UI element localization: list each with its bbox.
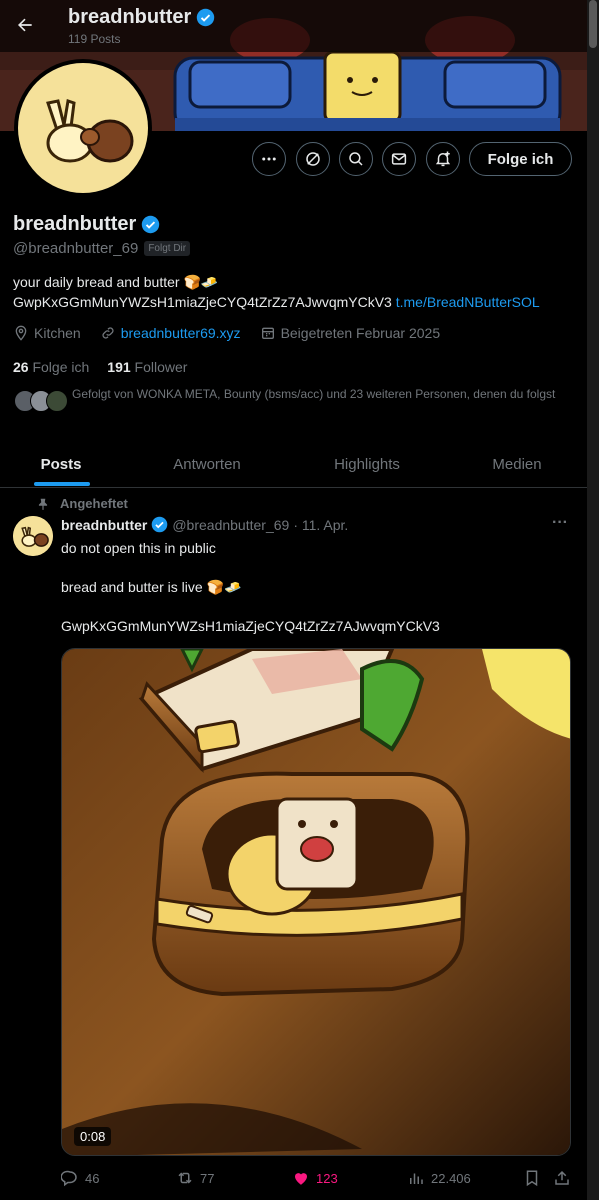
mail-icon bbox=[391, 153, 407, 165]
bookmark-icon bbox=[526, 1170, 538, 1187]
verified-badge-icon bbox=[152, 516, 168, 533]
more-options-button[interactable] bbox=[252, 142, 286, 176]
arrow-left-icon bbox=[18, 18, 32, 32]
tab-posts[interactable]: Posts bbox=[0, 444, 122, 484]
view-count: 22.406 bbox=[431, 1170, 471, 1186]
grok-slash-icon bbox=[306, 152, 320, 166]
notifications-button[interactable] bbox=[426, 142, 460, 176]
following-label: Folge ich bbox=[32, 359, 90, 375]
followed-by-text[interactable]: Gefolgt von WONKA META, Bounty (bsms/acc… bbox=[72, 387, 572, 402]
calendar-icon bbox=[261, 327, 274, 339]
scrollbar-thumb[interactable] bbox=[589, 0, 597, 48]
scrollbar-track[interactable] bbox=[587, 0, 599, 1200]
tab-media-label: Medien bbox=[492, 455, 542, 473]
post-date[interactable]: · 11. Apr. bbox=[293, 517, 348, 533]
bookmark-button[interactable] bbox=[523, 1169, 541, 1187]
tab-highlights[interactable]: Highlights bbox=[292, 444, 442, 484]
post-author-avatar[interactable] bbox=[13, 516, 53, 556]
follower-avatar bbox=[46, 390, 68, 412]
share-button[interactable] bbox=[553, 1169, 571, 1187]
more-dots-icon bbox=[262, 157, 276, 161]
tabs-divider bbox=[0, 487, 587, 488]
profile-website-link[interactable]: breadnbutter69.xyz bbox=[121, 325, 241, 341]
message-button[interactable] bbox=[382, 142, 416, 176]
video-duration: 0:08 bbox=[74, 1127, 112, 1146]
bio-telegram-link[interactable]: t.me/BreadNButterSOL bbox=[396, 294, 540, 310]
followers-count-link[interactable]: 191 Follower bbox=[107, 359, 187, 375]
tab-highlights-label: Highlights bbox=[334, 455, 400, 473]
following-button[interactable]: Folge ich bbox=[469, 142, 572, 176]
like-button[interactable]: 123 bbox=[292, 1169, 338, 1187]
followers-count: 191 bbox=[107, 359, 131, 375]
pin-icon bbox=[38, 498, 48, 510]
location-pin-icon bbox=[15, 325, 27, 341]
following-count: 26 bbox=[13, 359, 29, 375]
heart-filled-icon bbox=[295, 1173, 307, 1185]
post-text: do not open this in public bread and but… bbox=[61, 538, 440, 636]
tab-replies-label: Antworten bbox=[173, 455, 241, 473]
header-name: breadnbutter bbox=[68, 6, 192, 28]
repost-button[interactable]: 77 bbox=[176, 1169, 214, 1187]
profile-joined-date: Beigetreten Februar 2025 bbox=[280, 325, 441, 341]
search-profile-button[interactable] bbox=[339, 142, 373, 176]
tab-posts-label: Posts bbox=[40, 455, 82, 473]
active-tab-indicator bbox=[34, 482, 90, 486]
bell-plus-icon bbox=[435, 151, 451, 167]
reply-button[interactable]: 46 bbox=[61, 1169, 99, 1187]
profile-location: Kitchen bbox=[34, 325, 81, 341]
pinned-label: Angeheftet bbox=[60, 496, 128, 511]
profile-display-name: breadnbutter bbox=[13, 213, 137, 235]
verified-badge-icon bbox=[197, 8, 215, 27]
repost-icon bbox=[178, 1172, 192, 1184]
search-icon bbox=[349, 152, 363, 166]
pinned-indicator: Angeheftet bbox=[36, 496, 128, 511]
reply-bubble-icon bbox=[61, 1170, 77, 1187]
post-text-line: do not open this in public bbox=[61, 540, 216, 556]
profile-bio: your daily bread and butter 🍞🧈 GwpKxGGmM… bbox=[13, 272, 588, 312]
post-author-name[interactable]: breadnbutter bbox=[61, 517, 147, 533]
verified-badge-icon[interactable] bbox=[141, 215, 160, 234]
followers-label: Follower bbox=[134, 359, 188, 375]
tab-replies[interactable]: Antworten bbox=[122, 444, 292, 484]
repost-count: 77 bbox=[200, 1170, 215, 1186]
bio-text: your daily bread and butter bbox=[13, 274, 180, 290]
bio-emoji: 🍞🧈 bbox=[183, 274, 219, 290]
avatar-image bbox=[18, 63, 148, 193]
share-upload-icon bbox=[555, 1170, 569, 1185]
grok-button[interactable] bbox=[296, 142, 330, 176]
tab-media[interactable]: Medien bbox=[442, 444, 592, 484]
link-icon bbox=[102, 327, 114, 339]
following-count-link[interactable]: 26 Folge ich bbox=[13, 359, 89, 375]
post-more-button[interactable]: ··· bbox=[552, 514, 568, 532]
analytics-bars-icon bbox=[410, 1173, 423, 1184]
avatar[interactable] bbox=[14, 59, 152, 197]
follows-you-badge: Folgt Dir bbox=[144, 241, 191, 256]
profile-header-bar: breadnbutter 119 Posts bbox=[0, 0, 587, 52]
post-video[interactable]: 0:08 bbox=[61, 648, 571, 1156]
post-text-line: bread and butter is live 🍞🧈 bbox=[61, 579, 242, 595]
back-button[interactable] bbox=[8, 8, 42, 42]
profile-handle: @breadnbutter_69 bbox=[13, 240, 139, 257]
views-button[interactable]: 22.406 bbox=[407, 1169, 471, 1187]
post-author-handle[interactable]: @breadnbutter_69 bbox=[172, 517, 289, 533]
video-thumbnail bbox=[62, 649, 570, 1155]
header-post-count: 119 Posts bbox=[68, 32, 121, 46]
followed-by-avatars[interactable] bbox=[14, 390, 68, 412]
avatar-image bbox=[13, 516, 53, 556]
post-text-line: GwpKxGGmMunYWZsH1miaZjeCYQ4tZrZz7AJwvqmY… bbox=[61, 618, 440, 634]
like-count: 123 bbox=[316, 1170, 338, 1186]
bio-contract-address: GwpKxGGmMunYWZsH1miaZjeCYQ4tZrZz7AJwvqmY… bbox=[13, 294, 392, 310]
reply-count: 46 bbox=[85, 1170, 100, 1186]
